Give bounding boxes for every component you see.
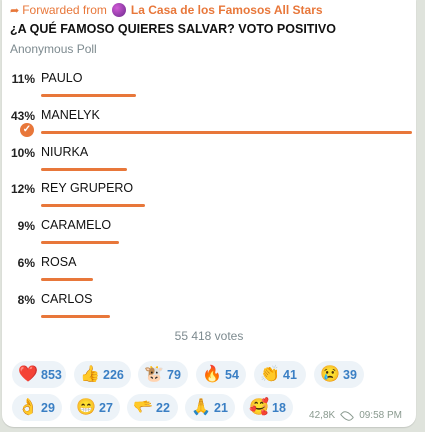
reaction-clapping-hands[interactable]: 👏 41 (254, 361, 306, 388)
option-bar (41, 168, 127, 171)
poll-option-rosa[interactable]: 6% ROSA (2, 254, 416, 290)
option-bar (41, 131, 412, 134)
option-bar (41, 241, 119, 244)
reaction-count: 27 (99, 400, 113, 415)
option-bar (41, 278, 93, 281)
channel-name[interactable]: La Casa de los Famosos All Stars (131, 3, 323, 17)
poll-option-carlos[interactable]: 8% CARLOS (2, 291, 416, 327)
forwarded-prefix: Forwarded from (22, 3, 107, 17)
option-label: REY GRUPERO (41, 181, 134, 195)
message-time: 09:58 PM (359, 410, 402, 421)
channel-avatar-icon (111, 3, 126, 17)
thumbs-up-icon: 👍 (80, 365, 100, 383)
reaction-count: 29 (41, 400, 55, 415)
eye-icon (340, 408, 355, 423)
reaction-pointing-hand[interactable]: 🫳 22 (127, 394, 178, 421)
option-label: MANELYK (41, 108, 100, 122)
option-bar (41, 315, 110, 318)
reaction-count: 39 (343, 367, 357, 382)
forward-arrow-icon: ➦ (10, 4, 20, 17)
reaction-ok-hand[interactable]: 👌 29 (12, 394, 62, 421)
pointing-hand-icon: 🫳 (133, 398, 153, 416)
reaction-fire[interactable]: 🔥 54 (196, 361, 246, 388)
option-percent: 11% (11, 72, 35, 86)
message-bubble: ➦ Forwarded from La Casa de los Famosos … (2, 0, 416, 427)
poll-type: Anonymous Poll (10, 42, 97, 56)
selected-check-icon: ✓ (20, 123, 34, 137)
option-bar (41, 204, 145, 207)
option-label: PAULO (41, 71, 83, 85)
reaction-count: 18 (272, 400, 286, 415)
option-percent: 9% (17, 219, 35, 233)
option-label: CARAMELO (41, 218, 112, 232)
poll-question: ¿A QUÉ FAMOSO QUIERES SALVAR? VOTO POSIT… (10, 22, 336, 36)
clapping-hands-icon: 👏 (260, 365, 280, 383)
option-label: CARLOS (41, 292, 93, 306)
option-bar (41, 94, 136, 97)
reaction-grinning-face[interactable]: 😁 27 (70, 394, 120, 421)
bull-face-icon: 🐮 (144, 365, 164, 383)
reaction-smiling-hearts[interactable]: 🥰 18 (243, 394, 293, 421)
message-meta: 42,8K 09:58 PM (309, 408, 402, 423)
reaction-count: 79 (167, 367, 181, 382)
praying-hands-icon: 🙏 (191, 398, 211, 416)
grinning-face-icon: 😁 (76, 398, 96, 416)
reaction-count: 54 (225, 367, 239, 382)
reaction-heart[interactable]: ❤️ 853 (12, 361, 66, 388)
views-count: 42,8K (309, 410, 336, 421)
crying-face-icon: 😢 (320, 365, 340, 383)
option-percent: 12% (10, 182, 35, 196)
option-label: ROSA (41, 255, 77, 269)
poll-option-niurka[interactable]: 10% NIURKA (2, 144, 416, 180)
heart-icon: ❤️ (18, 365, 38, 383)
ok-hand-icon: 👌 (18, 398, 38, 416)
poll-option-rey-grupero[interactable]: 12% REY GRUPERO (2, 180, 416, 216)
reaction-count: 853 (41, 367, 62, 382)
smiling-hearts-icon: 🥰 (249, 398, 269, 416)
option-label: NIURKA (41, 145, 89, 159)
option-percent: 8% (17, 293, 35, 307)
reaction-praying-hands[interactable]: 🙏 21 (185, 394, 235, 421)
reaction-count: 22 (156, 400, 170, 415)
option-percent: 43% (10, 109, 35, 123)
reaction-crying-face[interactable]: 😢 39 (314, 361, 364, 388)
reaction-thumbs-up[interactable]: 👍 226 (74, 361, 131, 388)
fire-icon: 🔥 (202, 365, 222, 383)
poll-option-paulo[interactable]: 11% PAULO (2, 70, 416, 106)
poll-option-caramelo[interactable]: 9% CARAMELO (2, 217, 416, 253)
votes-count[interactable]: 55 418 votes (2, 329, 416, 343)
reaction-count: 21 (214, 400, 228, 415)
reaction-bull-face[interactable]: 🐮 79 (138, 361, 188, 388)
reaction-count: 41 (283, 367, 297, 382)
forwarded-header[interactable]: ➦ Forwarded from La Casa de los Famosos … (10, 3, 323, 17)
poll-option-manelyk[interactable]: 43% MANELYK ✓ (2, 107, 416, 143)
option-percent: 6% (17, 256, 35, 270)
option-percent: 10% (10, 146, 35, 160)
reaction-count: 226 (103, 367, 124, 382)
